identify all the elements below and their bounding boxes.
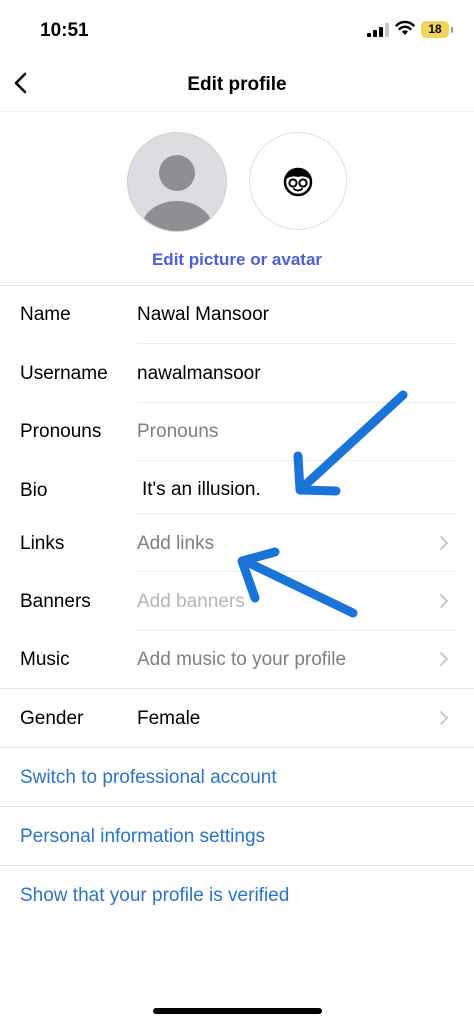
battery-icon: 18: [421, 21, 449, 38]
gender-field[interactable]: Female: [137, 708, 200, 730]
field-row-username[interactable]: Username nawalmansoor: [0, 344, 474, 403]
chevron-right-icon: [440, 652, 449, 666]
home-indicator[interactable]: [153, 1008, 322, 1014]
username-field[interactable]: nawalmansoor: [137, 363, 261, 385]
field-row-name[interactable]: Name Nawal Mansoor: [0, 286, 474, 344]
banners-field[interactable]: Add banners: [137, 591, 245, 613]
field-label: Gender: [20, 708, 84, 729]
switch-professional-link[interactable]: Switch to professional account: [20, 767, 277, 789]
header: Edit profile: [0, 56, 474, 112]
music-field[interactable]: Add music to your profile: [137, 649, 346, 671]
pronouns-field[interactable]: Pronouns: [137, 421, 218, 443]
status-time: 10:51: [40, 20, 89, 41]
field-label: Music: [20, 649, 70, 670]
chevron-right-icon: [440, 711, 449, 725]
avatar-button[interactable]: [249, 132, 347, 230]
field-label: Pronouns: [20, 421, 102, 442]
field-label: Username: [20, 363, 108, 384]
field-row-bio[interactable]: Bio It's an illusion.: [0, 460, 474, 514]
divider: [0, 806, 474, 807]
cellular-signal-icon: [367, 23, 389, 37]
divider: [0, 747, 474, 748]
field-label: Links: [20, 533, 65, 554]
default-user-icon: [141, 155, 213, 231]
divider: [0, 865, 474, 866]
field-row-links[interactable]: Links Add links: [0, 514, 474, 572]
battery-cap: [451, 27, 453, 33]
wifi-icon: [395, 20, 415, 35]
field-label: Bio: [20, 480, 48, 501]
page-title: Edit profile: [187, 74, 287, 95]
field-row-pronouns[interactable]: Pronouns Pronouns: [0, 402, 474, 461]
avatar-face-icon: [283, 167, 313, 197]
field-row-music[interactable]: Music Add music to your profile: [0, 630, 474, 688]
chevron-right-icon: [440, 536, 449, 550]
field-label: Banners: [20, 591, 91, 612]
chevron-right-icon: [440, 594, 449, 608]
edit-picture-link[interactable]: Edit picture or avatar: [0, 250, 474, 270]
verified-profile-link[interactable]: Show that your profile is verified: [20, 885, 289, 907]
profile-picture[interactable]: [127, 132, 227, 232]
field-row-gender[interactable]: Gender Female: [0, 689, 474, 747]
links-field[interactable]: Add links: [137, 533, 214, 555]
name-field[interactable]: Nawal Mansoor: [137, 304, 269, 326]
field-label: Name: [20, 304, 71, 325]
personal-info-link[interactable]: Personal information settings: [20, 826, 265, 848]
status-bar: 10:51 18: [0, 0, 474, 56]
bio-field[interactable]: It's an illusion.: [142, 479, 261, 501]
field-row-banners[interactable]: Banners Add banners: [0, 572, 474, 631]
